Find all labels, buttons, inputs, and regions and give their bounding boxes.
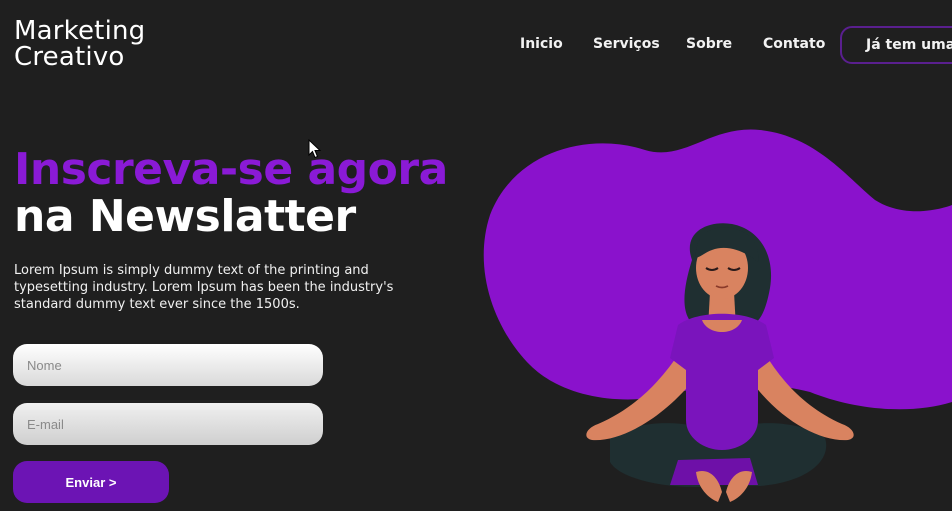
mouse-pointer-icon [308, 139, 322, 159]
logo[interactable]: Marketing Creativo [14, 18, 145, 70]
name-input[interactable] [13, 344, 323, 386]
nav-link-servicos[interactable]: Serviços [593, 36, 660, 52]
nav-link-sobre[interactable]: Sobre [686, 36, 732, 52]
headline-accent: Inscreva-se agora [14, 144, 448, 195]
logo-line-1: Marketing [14, 16, 146, 46]
logo-line-2: Creativo [14, 42, 125, 72]
meditation-illustration [483, 129, 952, 502]
headline-plain: na Newslatter [14, 191, 356, 242]
email-input[interactable] [13, 403, 323, 445]
hero-description: Lorem Ipsum is simply dummy text of the … [14, 263, 394, 312]
nav-link-contato[interactable]: Contato [763, 36, 825, 52]
login-button[interactable]: Já tem uma [840, 26, 952, 64]
hero-headline: Inscreva-se agora na Newslatter [14, 146, 448, 240]
nav-link-inicio[interactable]: Inicio [520, 36, 563, 52]
submit-button[interactable]: Enviar > [13, 461, 169, 503]
